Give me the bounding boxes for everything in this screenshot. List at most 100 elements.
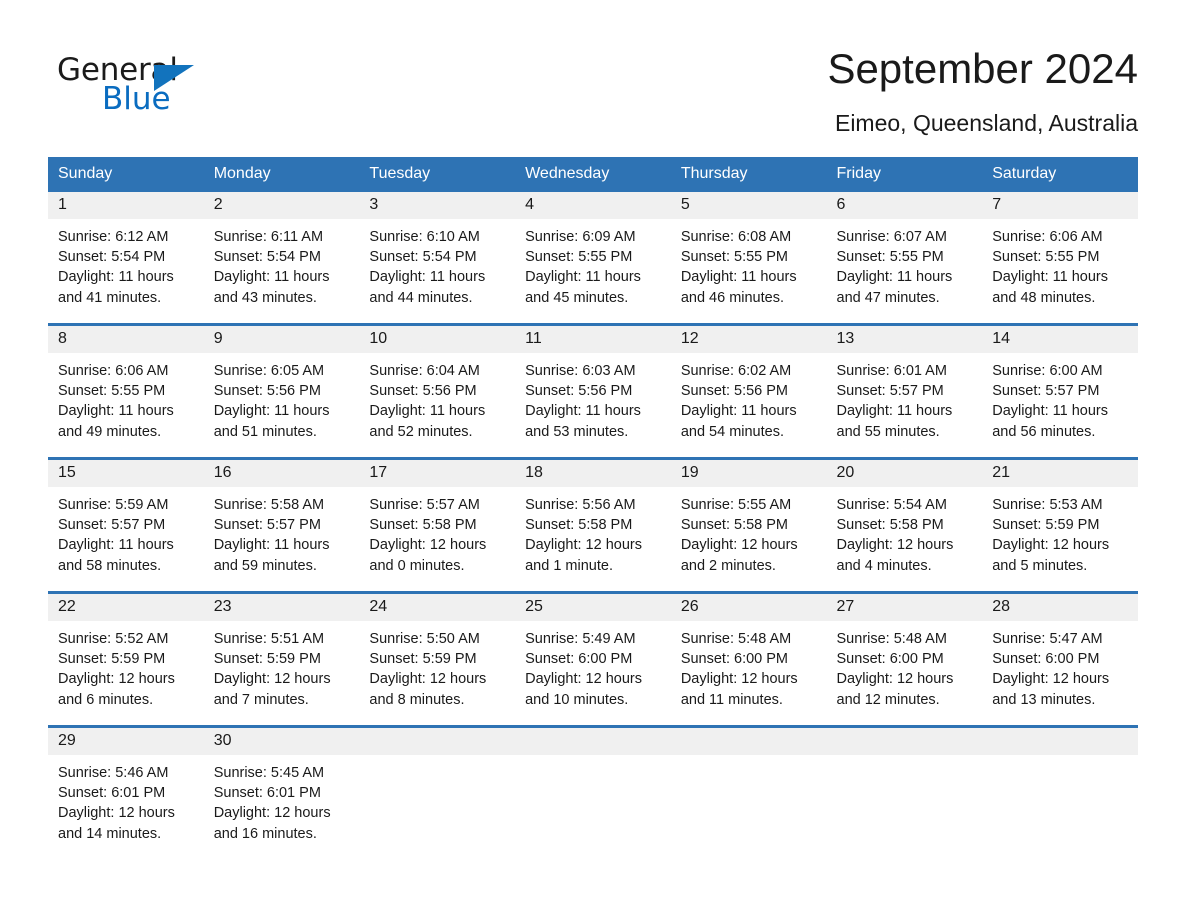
calendar-week-row: 22 Sunrise: 5:52 AM Sunset: 5:59 PM Dayligh… [48, 591, 1138, 727]
day-cell-body: Sunrise: 5:50 AM Sunset: 5:59 PM Daylight:… [359, 621, 515, 710]
day-number: 9 [213, 330, 223, 347]
calendar-day-cell[interactable]: 21 Sunrise: 5:53 AM Sunset: 5:59 PM Dayligh… [982, 457, 1138, 593]
daylight-text-line1: Daylight: 11 hours [836, 403, 953, 420]
calendar-day-cell[interactable]: 30 Sunrise: 5:45 AM Sunset: 6:01 PM Dayligh… [203, 725, 360, 859]
daylight-text-line2: and 7 minutes. [213, 691, 309, 708]
calendar-day-cell[interactable]: 11 Sunrise: 6:03 AM Sunset: 5:56 PM Dayligh… [515, 323, 671, 459]
day-cell-body: Sunrise: 5:48 AM Sunset: 6:00 PM Daylight:… [827, 621, 983, 710]
day-cell-inner [670, 728, 827, 859]
daylight-text-line1: Daylight: 11 hours [58, 537, 174, 554]
calendar-day-cell[interactable]: 3 Sunrise: 6:10 AM Sunset: 5:54 PM Daylight… [359, 192, 516, 325]
day-cell-body: Sunrise: 6:01 AM Sunset: 5:57 PM Daylight:… [827, 353, 983, 442]
daylight-text-line2: and 52 minutes. [369, 423, 473, 440]
weekday-header-sunday: Sunday [48, 157, 204, 192]
calendar-day-cell[interactable]: 29 Sunrise: 5:46 AM Sunset: 6:01 PM Dayligh… [48, 725, 204, 859]
calendar-day-cell[interactable]: 17 Sunrise: 5:57 AM Sunset: 5:58 PM Dayligh… [359, 457, 516, 593]
calendar-day-cell[interactable]: 5 Sunrise: 6:08 AM Sunset: 5:55 PM Daylight… [670, 192, 827, 325]
day-cell-body: Sunrise: 6:00 AM Sunset: 5:57 PM Daylight:… [982, 353, 1138, 442]
calendar-day-cell[interactable]: 26 Sunrise: 5:48 AM Sunset: 6:00 PM Dayligh… [670, 591, 827, 727]
day-number-band: 3 [359, 192, 516, 219]
day-number: 18 [525, 464, 543, 481]
day-number: 20 [836, 464, 855, 481]
calendar-day-cell[interactable]: 4 Sunrise: 6:09 AM Sunset: 5:55 PM Daylight… [515, 192, 671, 325]
sunrise-text: Sunrise: 6:07 AM [836, 229, 947, 245]
day-number-band: 21 [982, 460, 1138, 487]
calendar-day-cell[interactable]: 28 Sunrise: 5:47 AM Sunset: 6:00 PM Dayligh… [982, 591, 1138, 727]
sunrise-text: Sunrise: 6:10 AM [369, 229, 480, 245]
calendar-day-cell[interactable]: 1 Sunrise: 6:12 AM Sunset: 5:54 PM Daylight… [48, 192, 204, 325]
day-cell-body: Sunrise: 5:58 AM Sunset: 5:57 PM Daylight:… [204, 487, 360, 576]
sunrise-text: Sunrise: 5:57 AM [369, 497, 480, 513]
day-cell-inner: 28 Sunrise: 5:47 AM Sunset: 6:00 PM Dayligh… [982, 594, 1138, 725]
sunset-text: Sunset: 5:55 PM [525, 249, 633, 266]
day-number-band: 2 [203, 192, 360, 219]
day-number-band: 10 [359, 326, 516, 353]
sunset-text: Sunset: 6:01 PM [213, 785, 321, 802]
calendar-day-cell[interactable]: 20 Sunrise: 5:54 AM Sunset: 5:58 PM Dayligh… [826, 457, 983, 593]
calendar-week-row: 15 Sunrise: 5:59 AM Sunset: 5:57 PM Dayligh… [48, 457, 1138, 593]
calendar-day-cell[interactable]: 24 Sunrise: 5:50 AM Sunset: 5:59 PM Dayligh… [359, 591, 516, 727]
day-number-band: 4 [515, 192, 671, 219]
day-cell-inner: 14 Sunrise: 6:00 AM Sunset: 5:57 PM Dayligh… [982, 326, 1138, 457]
sunset-text: Sunset: 5:55 PM [836, 249, 944, 266]
daylight-text-line1: Daylight: 12 hours [525, 671, 642, 688]
calendar-day-cell[interactable]: 8 Sunrise: 6:06 AM Sunset: 5:55 PM Daylight… [48, 323, 204, 459]
sunrise-text: Sunrise: 6:00 AM [992, 363, 1103, 379]
day-number: 21 [992, 464, 1011, 481]
calendar-day-cell[interactable]: 13 Sunrise: 6:01 AM Sunset: 5:57 PM Dayligh… [826, 323, 983, 459]
daylight-text-line2: and 43 minutes. [213, 289, 317, 306]
day-cell-inner [982, 728, 1138, 859]
daylight-text-line1: Daylight: 12 hours [836, 671, 954, 688]
calendar-day-cell[interactable]: 10 Sunrise: 6:04 AM Sunset: 5:56 PM Dayligh… [359, 323, 516, 459]
day-cell-body: Sunrise: 6:10 AM Sunset: 5:54 PM Daylight:… [359, 219, 515, 308]
sunset-text: Sunset: 5:58 PM [369, 517, 477, 534]
day-number-band [826, 728, 983, 755]
calendar-day-cell[interactable]: 18 Sunrise: 5:56 AM Sunset: 5:58 PM Dayligh… [515, 457, 671, 593]
daylight-text-line2: and 13 minutes. [992, 691, 1096, 708]
calendar-day-cell[interactable]: 16 Sunrise: 5:58 AM Sunset: 5:57 PM Dayligh… [203, 457, 360, 593]
day-cell-body: Sunrise: 6:06 AM Sunset: 5:55 PM Daylight:… [48, 353, 204, 442]
sunset-text: Sunset: 5:55 PM [992, 249, 1100, 266]
day-number-band: 20 [826, 460, 983, 487]
day-number-band: 19 [670, 460, 827, 487]
calendar-day-cell[interactable]: 9 Sunrise: 6:05 AM Sunset: 5:56 PM Daylight… [203, 323, 360, 459]
day-cell-body: Sunrise: 5:56 AM Sunset: 5:58 PM Daylight:… [515, 487, 671, 576]
day-cell-body: Sunrise: 6:02 AM Sunset: 5:56 PM Daylight:… [671, 353, 827, 442]
day-cell-body: Sunrise: 6:12 AM Sunset: 5:54 PM Daylight:… [48, 219, 204, 308]
calendar-day-cell[interactable]: 7 Sunrise: 6:06 AM Sunset: 5:55 PM Daylight… [982, 192, 1138, 325]
day-cell-inner [515, 728, 671, 859]
day-number: 11 [525, 330, 542, 347]
daylight-text-line1: Daylight: 12 hours [58, 805, 175, 822]
generalblue-logo[interactable]: General Blue [57, 55, 217, 117]
calendar-day-cell[interactable]: 6 Sunrise: 6:07 AM Sunset: 5:55 PM Daylight… [826, 192, 983, 325]
day-number: 15 [58, 464, 76, 481]
day-cell-inner: 27 Sunrise: 5:48 AM Sunset: 6:00 PM Dayligh… [826, 594, 983, 725]
calendar-day-cell[interactable]: 14 Sunrise: 6:00 AM Sunset: 5:57 PM Dayligh… [982, 323, 1138, 459]
calendar-empty-cell [982, 725, 1138, 859]
calendar-day-cell[interactable]: 15 Sunrise: 5:59 AM Sunset: 5:57 PM Dayligh… [48, 457, 204, 593]
daylight-text-line1: Daylight: 11 hours [213, 403, 330, 420]
day-cell-inner: 17 Sunrise: 5:57 AM Sunset: 5:58 PM Dayligh… [359, 460, 516, 591]
calendar-day-cell[interactable]: 2 Sunrise: 6:11 AM Sunset: 5:54 PM Daylight… [203, 192, 360, 325]
sunrise-text: Sunrise: 6:03 AM [525, 363, 636, 379]
page-title: September 2024 [827, 45, 1138, 92]
day-number-band: 6 [826, 192, 983, 219]
day-number: 25 [525, 598, 543, 615]
calendar-day-cell[interactable]: 12 Sunrise: 6:02 AM Sunset: 5:56 PM Dayligh… [670, 323, 827, 459]
daylight-text-line1: Daylight: 12 hours [680, 537, 798, 554]
daylight-text-line2: and 10 minutes. [525, 691, 629, 708]
day-number: 24 [369, 598, 388, 615]
calendar-day-cell[interactable]: 25 Sunrise: 5:49 AM Sunset: 6:00 PM Dayligh… [515, 591, 671, 727]
day-number-band: 11 [515, 326, 671, 353]
day-cell-inner: 12 Sunrise: 6:02 AM Sunset: 5:56 PM Dayligh… [670, 326, 827, 457]
daylight-text-line1: Daylight: 12 hours [992, 537, 1110, 554]
calendar-day-cell[interactable]: 23 Sunrise: 5:51 AM Sunset: 5:59 PM Dayligh… [203, 591, 360, 727]
day-cell-inner: 5 Sunrise: 6:08 AM Sunset: 5:55 PM Daylight… [670, 192, 827, 323]
day-cell-inner: 3 Sunrise: 6:10 AM Sunset: 5:54 PM Daylight… [359, 192, 516, 323]
sunset-text: Sunset: 5:58 PM [680, 517, 789, 534]
calendar-day-cell[interactable]: 22 Sunrise: 5:52 AM Sunset: 5:59 PM Dayligh… [48, 591, 204, 727]
day-cell-body: Sunrise: 6:11 AM Sunset: 5:54 PM Daylight:… [204, 219, 360, 308]
calendar-day-cell[interactable]: 27 Sunrise: 5:48 AM Sunset: 6:00 PM Dayligh… [826, 591, 983, 727]
day-cell-inner [359, 728, 516, 859]
calendar-day-cell[interactable]: 19 Sunrise: 5:55 AM Sunset: 5:58 PM Dayligh… [670, 457, 827, 593]
